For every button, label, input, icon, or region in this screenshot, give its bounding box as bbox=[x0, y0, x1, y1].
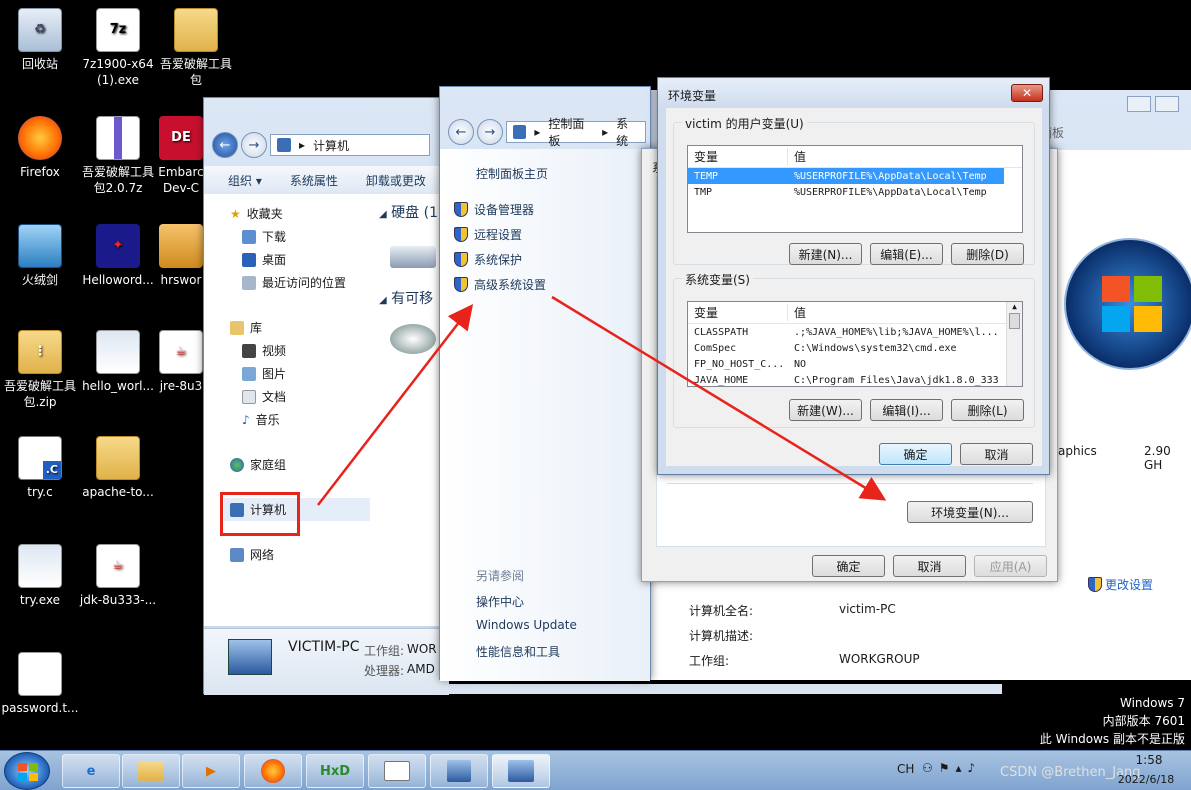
watermark-line-2: 内部版本 7601 bbox=[1102, 714, 1185, 728]
start-logo-icon bbox=[18, 763, 27, 771]
taskbar-app-icon[interactable] bbox=[368, 754, 426, 788]
arrow-to-advanced-settings bbox=[317, 304, 474, 506]
taskbar-control-panel-icon[interactable] bbox=[430, 754, 488, 788]
tray-icons[interactable]: ⚇⚑▴♪ bbox=[922, 761, 981, 775]
arrow-to-env-button bbox=[551, 295, 887, 501]
taskbar-hxd-icon[interactable]: HxD bbox=[306, 754, 364, 788]
annotation-arrows bbox=[317, 295, 887, 506]
language-indicator[interactable]: CH bbox=[897, 762, 914, 776]
watermark-line-1: Windows 7 bbox=[1119, 696, 1185, 710]
taskbar: e ▶ HxD CH ⚇⚑▴♪ CSDN @Brethen_Jang 1:58 … bbox=[0, 750, 1191, 790]
taskbar-ie-icon[interactable]: e bbox=[62, 754, 120, 788]
taskbar-media-player-icon[interactable]: ▶ bbox=[182, 754, 240, 788]
watermark-line-3: 此 Windows 副本不是正版 bbox=[1039, 732, 1185, 746]
start-button[interactable] bbox=[4, 752, 50, 790]
clock-date[interactable]: 2022/6/18 bbox=[1110, 773, 1182, 786]
taskbar-firefox-icon[interactable] bbox=[244, 754, 302, 788]
taskbar-explorer-icon[interactable] bbox=[122, 754, 180, 788]
clock-time[interactable]: 1:58 bbox=[1124, 753, 1174, 767]
taskbar-computer-icon[interactable] bbox=[492, 754, 550, 788]
windows-watermark: Windows 7 内部版本 7601 此 Windows 副本不是正版 bbox=[1040, 694, 1185, 748]
